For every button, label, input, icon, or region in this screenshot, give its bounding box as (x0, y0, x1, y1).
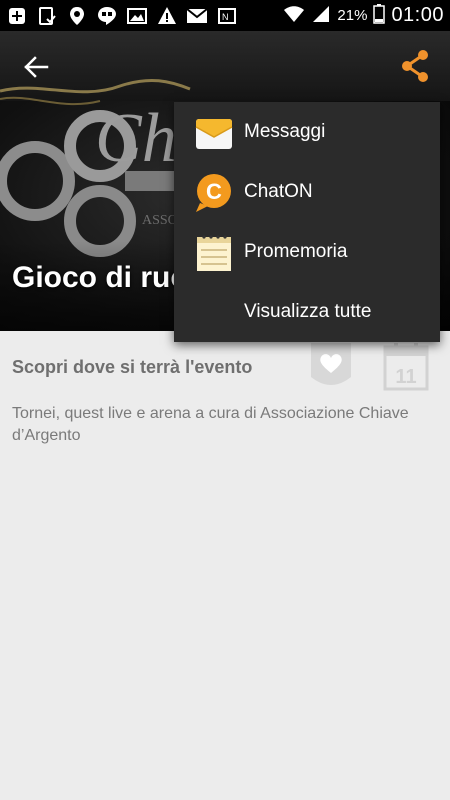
favorite-button[interactable] (311, 343, 351, 389)
event-description: Tornei, quest live e arena a cura di Ass… (12, 405, 409, 444)
share-option-label: Promemoria (244, 241, 348, 262)
warning-icon (156, 5, 178, 27)
event-content: Scopri dove si terrà l'evento 11 Tornei,… (0, 331, 450, 800)
chaton-icon: C (196, 174, 231, 212)
image-icon (126, 5, 148, 27)
svg-text:N: N (222, 12, 229, 22)
add-to-calendar-button[interactable]: 11 (383, 343, 429, 391)
status-bar: N 21% 01:00 (0, 0, 450, 31)
share-icon (402, 50, 428, 82)
battery-percent: 21% (337, 7, 368, 24)
plus-box-icon (6, 5, 28, 27)
share-option-label: Visualizza tutte (244, 301, 372, 322)
share-option-chaton[interactable]: C ChatON (174, 162, 440, 222)
battery-icon (373, 3, 386, 28)
share-option-promemoria[interactable]: Promemoria (174, 222, 440, 282)
heart-bookmark-icon (311, 343, 351, 385)
share-menu: Messaggi C ChatON Promemoria Visualizza … (174, 102, 440, 342)
memo-icon (197, 235, 231, 271)
svg-text:C: C (206, 179, 222, 204)
location-link[interactable]: Scopri dove si terrà l'evento (12, 357, 252, 378)
share-button[interactable] (396, 47, 434, 85)
signal-icon (311, 5, 331, 27)
share-option-messaggi[interactable]: Messaggi (174, 102, 440, 162)
nfc-icon: N (216, 5, 238, 27)
hangouts-icon (96, 5, 118, 27)
share-option-label: ChatON (244, 181, 313, 202)
location-pin-icon (66, 5, 88, 27)
share-option-label: Messaggi (244, 121, 326, 142)
arrow-left-icon (24, 56, 49, 78)
messages-icon (195, 119, 233, 149)
mail-icon (186, 5, 208, 27)
event-title: Gioco di ruo (12, 261, 189, 294)
wifi-icon (283, 5, 305, 27)
back-button[interactable] (18, 49, 54, 85)
clock: 01:00 (391, 4, 444, 26)
svg-text:Ch: Ch (95, 100, 177, 177)
calendar-icon: 11 (383, 343, 429, 391)
tablet-check-icon (36, 5, 58, 27)
share-option-show-all[interactable]: Visualizza tutte (174, 282, 440, 342)
calendar-day: 11 (395, 366, 416, 388)
